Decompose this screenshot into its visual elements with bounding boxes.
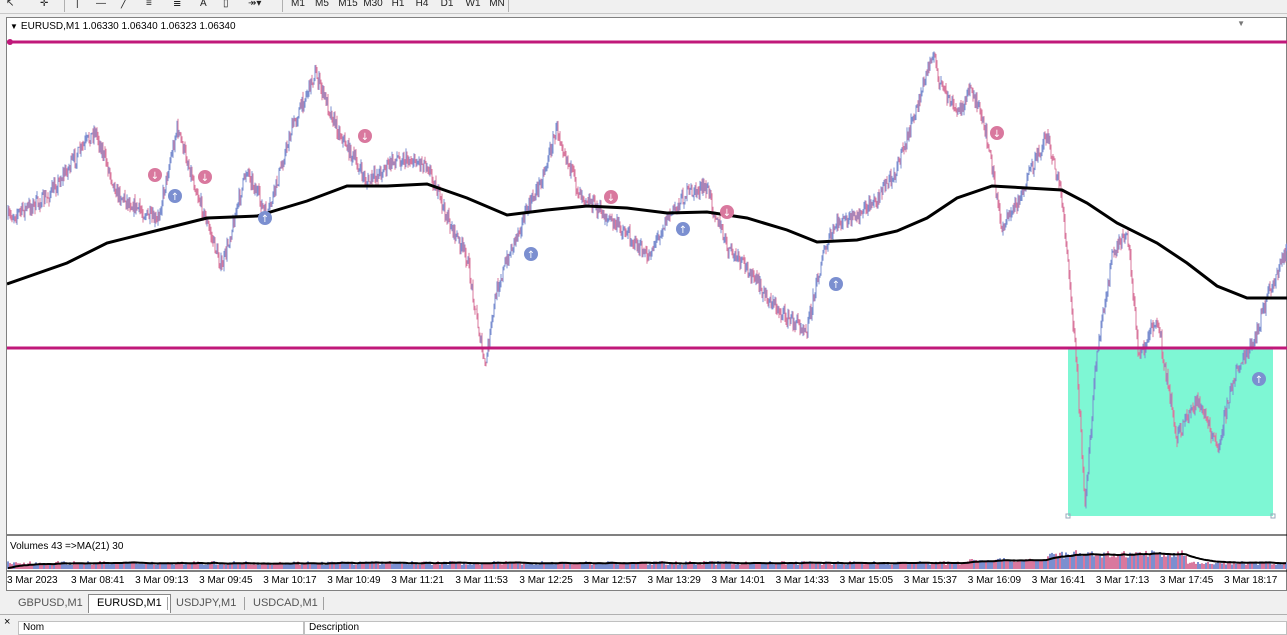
chart-title-text: EURUSD,M1 1.06330 1.06340 1.06323 1.0634… — [20, 21, 236, 32]
timeframe-mn[interactable]: MN — [487, 0, 507, 12]
signal-arrow-glyph: ↑ — [679, 225, 687, 236]
time-axis-label: 3 Mar 15:05 — [839, 575, 894, 586]
bottom-panel: × Nom Description — [0, 614, 1287, 635]
fibonacci-icon[interactable]: ≣ — [173, 0, 181, 12]
collapse-triangle-icon[interactable]: ▼ — [10, 22, 18, 31]
tab-separator — [323, 597, 324, 610]
vertical-line-icon[interactable]: | — [76, 0, 79, 12]
time-axis-label: 3 Mar 18:17 — [1223, 575, 1278, 586]
time-axis-label: 3 Mar 12:25 — [519, 575, 573, 586]
chart-tabs: GBPUSD,M1 EURUSD,M1 USDJPY,M1 USDCAD,M1 — [0, 593, 1287, 613]
time-axis-label: 3 Mar 2023 — [7, 575, 58, 586]
timeframe-m1[interactable]: M1 — [289, 0, 307, 12]
time-axis-label: 3 Mar 11:21 — [391, 575, 444, 586]
time-axis-label: 3 Mar 10:49 — [327, 575, 381, 586]
timeframe-w1[interactable]: W1 — [463, 0, 483, 12]
time-axis-label: 3 Mar 15:37 — [903, 575, 958, 586]
time-axis-label: 3 Mar 11:53 — [455, 575, 508, 586]
timeframe-m5[interactable]: M5 — [313, 0, 331, 12]
toolbar: ↖ ✛ | — ╱ ≡ ≣ A ▯ ↠▾ M1 M5 M15 M30 H1 H4… — [0, 0, 1287, 14]
signal-arrow-glyph: ↓ — [361, 132, 369, 143]
time-axis-label: 3 Mar 09:45 — [199, 575, 253, 586]
signal-arrow-glyph: ↑ — [1255, 375, 1263, 386]
signal-arrow-glyph: ↑ — [832, 280, 840, 291]
time-axis-label: 3 Mar 16:41 — [1031, 575, 1086, 586]
signal-arrow-glyph: ↓ — [151, 171, 159, 182]
arrow-tool-icon[interactable]: ↠▾ — [248, 0, 261, 12]
time-axis-label: 3 Mar 08:41 — [71, 575, 125, 586]
tab-usdcad[interactable]: USDCAD,M1 — [245, 595, 326, 612]
toolbar-separator — [282, 0, 283, 12]
chart-window[interactable]: ↓ ↓ ↑ ↑ ↓ ↑ ↓ ↑ ↓ ↑ ↓ ↑ ▼ EURUSD,M1 1.06330 1.06340 … — [6, 17, 1287, 591]
signal-arrow-glyph: ↑ — [261, 214, 269, 225]
toolbar-separator — [64, 0, 65, 12]
time-axis-label: 3 Mar 12:57 — [583, 575, 637, 586]
column-header-name[interactable]: Nom — [18, 621, 304, 635]
highlight-rectangle[interactable] — [1068, 349, 1273, 516]
chart-title: ▼ EURUSD,M1 1.06330 1.06340 1.06323 1.063… — [10, 21, 236, 32]
signal-arrow-glyph: ↓ — [993, 129, 1001, 140]
crosshair-icon[interactable]: ✛ — [40, 0, 48, 12]
time-axis-label: 3 Mar 16:09 — [967, 575, 1022, 586]
signal-arrow-glyph: ↑ — [171, 192, 179, 203]
close-icon[interactable]: × — [4, 616, 10, 628]
toolbar-separator — [508, 0, 509, 12]
time-axis-label: 3 Mar 17:13 — [1095, 575, 1150, 586]
tab-usdjpy[interactable]: USDJPY,M1 — [168, 595, 244, 612]
signal-arrow-glyph: ↓ — [201, 173, 209, 184]
time-axis-label: 3 Mar 13:29 — [647, 575, 701, 586]
signal-arrow-glyph: ↑ — [527, 250, 535, 261]
timeframe-d1[interactable]: D1 — [438, 0, 456, 12]
trendline-icon[interactable]: ╱ — [121, 0, 127, 12]
volume-bars-layer — [7, 550, 1287, 569]
chart-shift-icon[interactable]: ▼ — [1237, 19, 1245, 28]
column-header-description[interactable]: Description — [304, 621, 1287, 635]
top-line-handle[interactable] — [7, 39, 13, 45]
timeframe-m30[interactable]: M30 — [362, 0, 384, 12]
volume-label: Volumes 43 =>MA(21) 30 — [10, 541, 124, 552]
cursor-icon[interactable]: ↖ — [6, 0, 14, 12]
timeframe-h4[interactable]: H4 — [413, 0, 431, 12]
time-axis-label: 3 Mar 09:13 — [135, 575, 189, 586]
tab-eurusd[interactable]: EURUSD,M1 — [88, 594, 171, 613]
signal-arrow-glyph: ↓ — [723, 208, 731, 219]
timeframe-m15[interactable]: M15 — [337, 0, 359, 12]
time-axis-label: 3 Mar 10:17 — [263, 575, 317, 586]
channel-icon[interactable]: ≡ — [146, 0, 152, 12]
text-tool-icon[interactable]: A — [200, 0, 207, 12]
label-tool-icon[interactable]: ▯ — [223, 0, 229, 12]
horizontal-line-icon[interactable]: — — [96, 0, 106, 12]
time-axis-label: 3 Mar 14:33 — [775, 575, 829, 586]
price-chart[interactable]: ↓ ↓ ↑ ↑ ↓ ↑ ↓ ↑ ↓ ↑ ↓ ↑ — [7, 18, 1287, 592]
timeframe-h1[interactable]: H1 — [389, 0, 407, 12]
signal-arrow-glyph: ↓ — [607, 193, 615, 204]
tab-gbpusd[interactable]: GBPUSD,M1 — [10, 595, 91, 612]
time-axis-label: 3 Mar 17:45 — [1159, 575, 1214, 586]
time-axis-label: 3 Mar 14:01 — [711, 575, 765, 586]
